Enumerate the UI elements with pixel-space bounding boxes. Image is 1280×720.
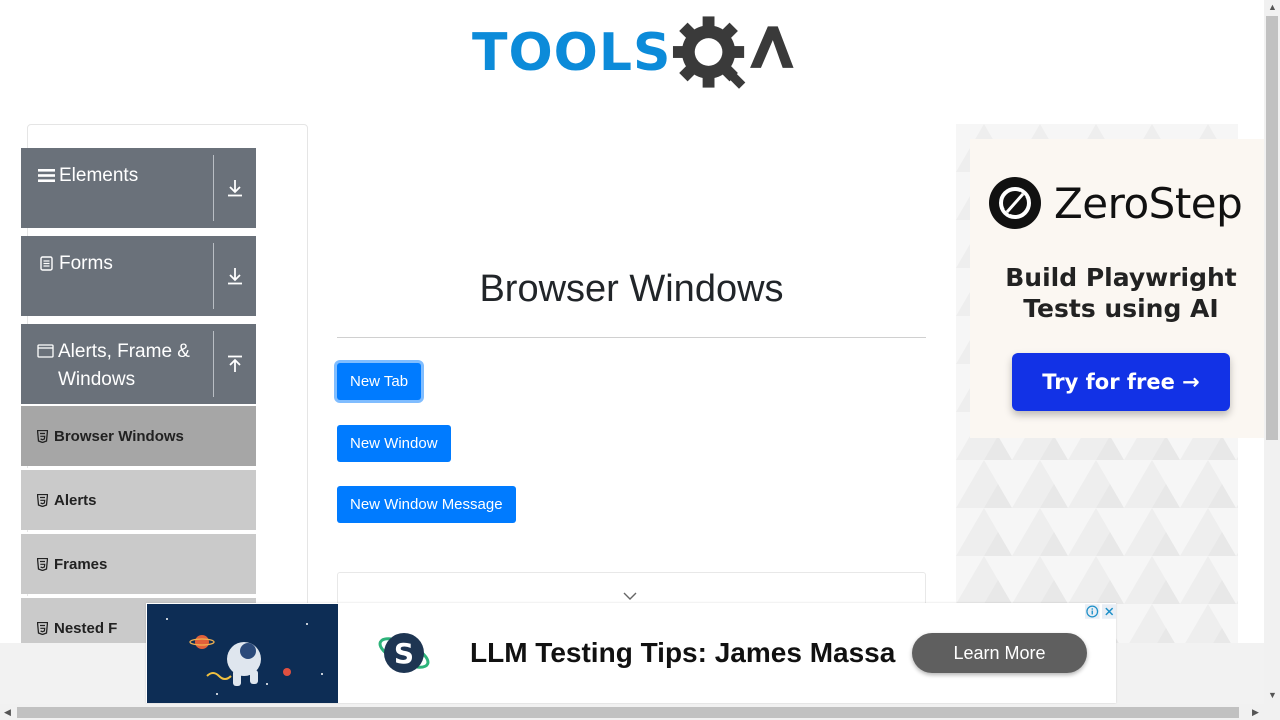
close-icon[interactable] — [1101, 604, 1117, 619]
sidebar-group-label: Alerts, Frame & Windows — [58, 341, 190, 390]
page: TOOLS Elements Forms Alerts, Frame & Win… — [0, 0, 1280, 720]
upload-arrow-icon[interactable] — [214, 324, 256, 404]
download-arrow-icon[interactable] — [214, 236, 256, 316]
ad-bottom-headline[interactable]: LLM Testing Tips: James Massa — [470, 637, 895, 669]
sidebar-item-label: Alerts — [54, 491, 97, 509]
ad-brand-name: ZeroStep — [1054, 178, 1243, 228]
html5-icon — [35, 493, 49, 507]
html5-icon — [35, 557, 49, 571]
svg-text:S: S — [394, 637, 414, 670]
html5-icon — [35, 621, 49, 635]
sidebar-item-label: Nested F — [54, 619, 118, 637]
ad-headline: Build Playwright Tests using AI — [990, 262, 1252, 324]
title-divider — [337, 337, 926, 338]
ad-s-logo-icon[interactable]: S — [376, 629, 432, 682]
scroll-left-arrow-icon[interactable]: ◀ — [4, 707, 11, 718]
new-tab-button[interactable]: New Tab — [337, 363, 422, 400]
html5-icon — [35, 429, 49, 443]
sidebar-group-forms[interactable]: Forms — [21, 236, 256, 316]
sidebar-item-label: Browser Windows — [54, 427, 184, 445]
vertical-scrollbar-thumb[interactable] — [1266, 16, 1278, 440]
page-title: Browser Windows — [479, 268, 784, 310]
sidebar-item-label: Frames — [54, 555, 108, 573]
ad-astronaut-image[interactable] — [147, 604, 338, 703]
sidebar-group-label: Elements — [59, 165, 139, 186]
ad-cta-button[interactable]: Try for free → — [1012, 353, 1230, 411]
sidebar-group-alerts-frame-windows[interactable]: Alerts, Frame & Windows — [21, 324, 256, 404]
sidebar-group-elements[interactable]: Elements — [21, 148, 256, 228]
scroll-up-arrow-icon[interactable]: ▲ — [1268, 2, 1277, 12]
download-arrow-icon[interactable] — [214, 148, 256, 228]
ad-choices[interactable] — [1085, 604, 1116, 619]
hamburger-icon — [37, 168, 55, 183]
learn-more-button[interactable]: Learn More — [912, 633, 1087, 673]
scroll-right-arrow-icon[interactable]: ▶ — [1252, 707, 1259, 718]
sidebar-item-browser-windows[interactable]: Browser Windows — [21, 404, 256, 466]
sidebar-item-alerts[interactable]: Alerts — [21, 468, 256, 530]
ad-headline-line: Tests using AI — [1023, 294, 1219, 323]
ad-brand[interactable]: ZeroStep — [988, 176, 1243, 230]
logo-tools-text: TOOLS — [472, 23, 672, 83]
toolsqa-logo[interactable]: TOOLS — [472, 16, 796, 90]
ad-headline-line: Build Playwright — [1005, 263, 1237, 292]
zerostep-logo-icon — [989, 177, 1041, 229]
new-window-message-button[interactable]: New Window Message — [337, 486, 516, 523]
scroll-down-arrow-icon[interactable]: ▼ — [1268, 690, 1277, 700]
horizontal-scrollbar-thumb[interactable] — [17, 707, 1239, 718]
document-icon — [37, 256, 55, 271]
ad-info-icon[interactable] — [1085, 604, 1100, 619]
logo-qa-gear-icon — [673, 16, 795, 89]
sidebar-item-frames[interactable]: Frames — [21, 532, 256, 594]
window-icon — [37, 344, 54, 358]
new-window-button[interactable]: New Window — [337, 425, 451, 462]
sidebar-group-label: Forms — [59, 253, 113, 274]
